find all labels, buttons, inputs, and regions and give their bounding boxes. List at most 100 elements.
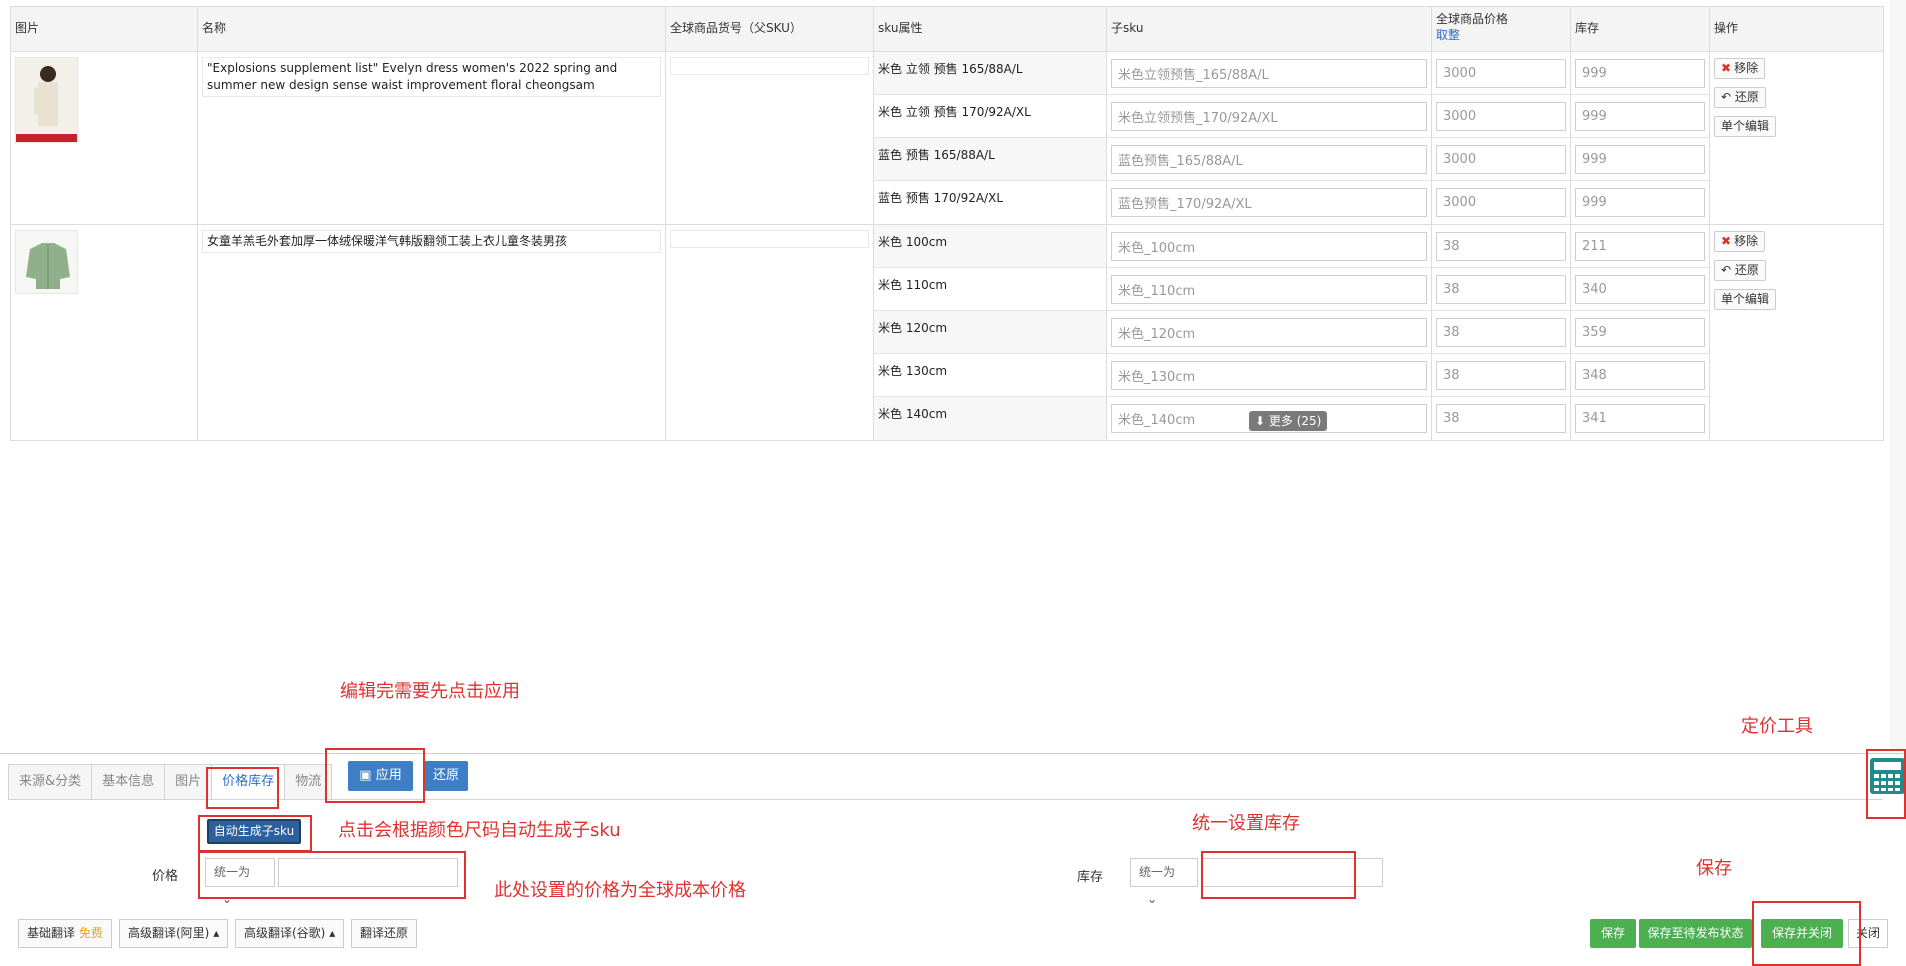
single-edit-button[interactable]: 单个编辑: [1714, 289, 1777, 310]
sku-attr: 米色 立领 预售 170/92A/XL: [874, 95, 1106, 138]
annotation-box-tab: [206, 767, 279, 809]
tab-source-category[interactable]: 来源&分类: [8, 764, 93, 800]
round-price-link[interactable]: 取整: [1436, 27, 1566, 43]
price-input[interactable]: [1436, 102, 1566, 131]
close-icon: ✖: [1721, 234, 1732, 248]
table-row: "Explosions supplement list" Evelyn dres…: [10, 51, 1884, 225]
stock-cell: [1570, 224, 1710, 441]
sku-attr: 米色 120cm: [874, 311, 1106, 354]
stock-input[interactable]: [1575, 59, 1705, 88]
save-pending-button[interactable]: 保存至待发布状态: [1639, 919, 1752, 948]
price-input[interactable]: [1436, 275, 1566, 304]
remove-button[interactable]: ✖ 移除: [1714, 58, 1766, 79]
translate-restore-button[interactable]: 翻译还原: [351, 919, 418, 948]
tab-images[interactable]: 图片: [164, 764, 213, 800]
sku-table: 图片 名称 全球商品货号（父SKU） sku属性 子sku 全球商品价格 取整 …: [10, 6, 1884, 441]
product-image-cell: [10, 51, 198, 225]
child-sku-input[interactable]: [1111, 102, 1427, 131]
col-header-name: 名称: [197, 6, 666, 52]
price-input[interactable]: [1436, 188, 1566, 217]
parent-sku-field[interactable]: [670, 57, 869, 75]
stock-input[interactable]: [1575, 188, 1705, 217]
product-name-field[interactable]: "Explosions supplement list" Evelyn dres…: [202, 57, 661, 97]
tab-basic-info[interactable]: 基本信息: [91, 764, 166, 800]
product-thumbnail-dress[interactable]: [15, 57, 78, 143]
col-header-stock: 库存: [1570, 6, 1710, 52]
panel-divider: [0, 753, 1906, 754]
advanced-translate-google-button[interactable]: 高级翻译(谷歌) ▴: [235, 919, 345, 948]
advanced-translate-ali-button[interactable]: 高级翻译(阿里) ▴: [119, 919, 229, 948]
stock-input[interactable]: [1575, 145, 1705, 174]
product-name-field[interactable]: 女童羊羔毛外套加厚一体绒保暖洋气韩版翻领工装上衣儿童冬装男孩: [202, 230, 661, 253]
sku-attr: 蓝色 预售 165/88A/L: [874, 138, 1106, 181]
child-sku-input[interactable]: [1111, 188, 1427, 217]
child-sku-input[interactable]: [1111, 318, 1427, 347]
more-button[interactable]: ⬇ 更多 (25): [1249, 411, 1328, 431]
annotation-box-stock: [1201, 851, 1356, 899]
price-input[interactable]: [1436, 59, 1566, 88]
annotation-save-note: 保存: [1696, 858, 1732, 879]
child-sku-input[interactable]: [1111, 59, 1427, 88]
price-label: 价格: [152, 869, 179, 884]
product-name-cell: "Explosions supplement list" Evelyn dres…: [197, 51, 666, 225]
sku-attr: 米色 130cm: [874, 354, 1106, 397]
undo-icon: ↶: [1721, 90, 1735, 104]
restore-button[interactable]: ↶ 还原: [1714, 87, 1766, 108]
sku-attr: 米色 立领 预售 165/88A/L: [874, 52, 1106, 95]
caret-up-icon: ▴: [329, 926, 336, 940]
close-icon: ✖: [1721, 61, 1732, 75]
annotation-pricing-tool: 定价工具: [1741, 716, 1813, 737]
col-header-child-sku: 子sku: [1106, 6, 1432, 52]
save-button[interactable]: 保存: [1590, 919, 1636, 948]
price-input[interactable]: [1436, 404, 1566, 433]
ops-cell: ✖ 移除 ↶ 还原 单个编辑: [1709, 51, 1884, 225]
price-input[interactable]: [1436, 318, 1566, 347]
col-header-price: 全球商品价格 取整: [1431, 6, 1571, 52]
price-input[interactable]: [1436, 361, 1566, 390]
vertical-scrollbar[interactable]: [1890, 0, 1906, 750]
product-thumbnail-jacket[interactable]: [15, 230, 78, 294]
child-sku-input[interactable]: [1111, 361, 1427, 390]
child-sku-input[interactable]: [1111, 232, 1427, 261]
price-input[interactable]: [1436, 232, 1566, 261]
restore-button[interactable]: ↶ 还原: [1714, 260, 1766, 281]
annotation-price-note: 此处设置的价格为全球成本价格: [494, 880, 746, 901]
child-sku-cell: [1106, 51, 1432, 225]
col-header-sku-attr: sku属性: [873, 6, 1107, 52]
sku-attr-cell: 米色 立领 预售 165/88A/L 米色 立领 预售 170/92A/XL 蓝…: [873, 51, 1107, 225]
parent-sku-cell: [665, 224, 874, 441]
stock-input[interactable]: [1575, 318, 1705, 347]
stock-input[interactable]: [1575, 232, 1705, 261]
parent-sku-field[interactable]: [670, 230, 869, 248]
chevron-down-icon: ⌄: [1147, 892, 1158, 906]
product-image-cell: [10, 224, 198, 441]
annotation-box-autogen: [198, 815, 312, 852]
sku-attr: 米色 140cm: [874, 397, 1106, 440]
remove-button[interactable]: ✖ 移除: [1714, 231, 1766, 252]
page: 图片 名称 全球商品货号（父SKU） sku属性 子sku 全球商品价格 取整 …: [0, 0, 1906, 966]
parent-sku-cell: [665, 51, 874, 225]
restore-all-button[interactable]: 还原: [424, 761, 468, 791]
stock-mode-select[interactable]: 统一为⌄: [1130, 858, 1198, 906]
price-cell: [1431, 51, 1571, 225]
basic-translate-button[interactable]: 基础翻译 免费: [18, 919, 112, 948]
price-cell: [1431, 224, 1571, 441]
price-header-label: 全球商品价格: [1436, 12, 1509, 26]
stock-input[interactable]: [1575, 361, 1705, 390]
stock-input[interactable]: [1575, 275, 1705, 304]
annotation-box-calculator: [1866, 749, 1906, 819]
col-header-ops: 操作: [1709, 6, 1884, 52]
child-sku-input[interactable]: [1111, 275, 1427, 304]
download-circle-icon: ⬇: [1255, 414, 1269, 428]
stock-input[interactable]: [1575, 404, 1705, 433]
ops-cell: ✖ 移除 ↶ 还原 单个编辑: [1709, 224, 1884, 441]
sku-attr: 米色 110cm: [874, 268, 1106, 311]
child-sku-input[interactable]: [1111, 145, 1427, 174]
single-edit-button[interactable]: 单个编辑: [1714, 116, 1777, 137]
annotation-apply-note: 编辑完需要先点击应用: [340, 681, 520, 702]
annotation-box-price: [198, 851, 466, 899]
price-input[interactable]: [1436, 145, 1566, 174]
stock-input[interactable]: [1575, 102, 1705, 131]
sku-attr-cell: 米色 100cm 米色 110cm 米色 120cm 米色 130cm 米色 1…: [873, 224, 1107, 441]
caret-up-icon: ▴: [213, 926, 220, 940]
